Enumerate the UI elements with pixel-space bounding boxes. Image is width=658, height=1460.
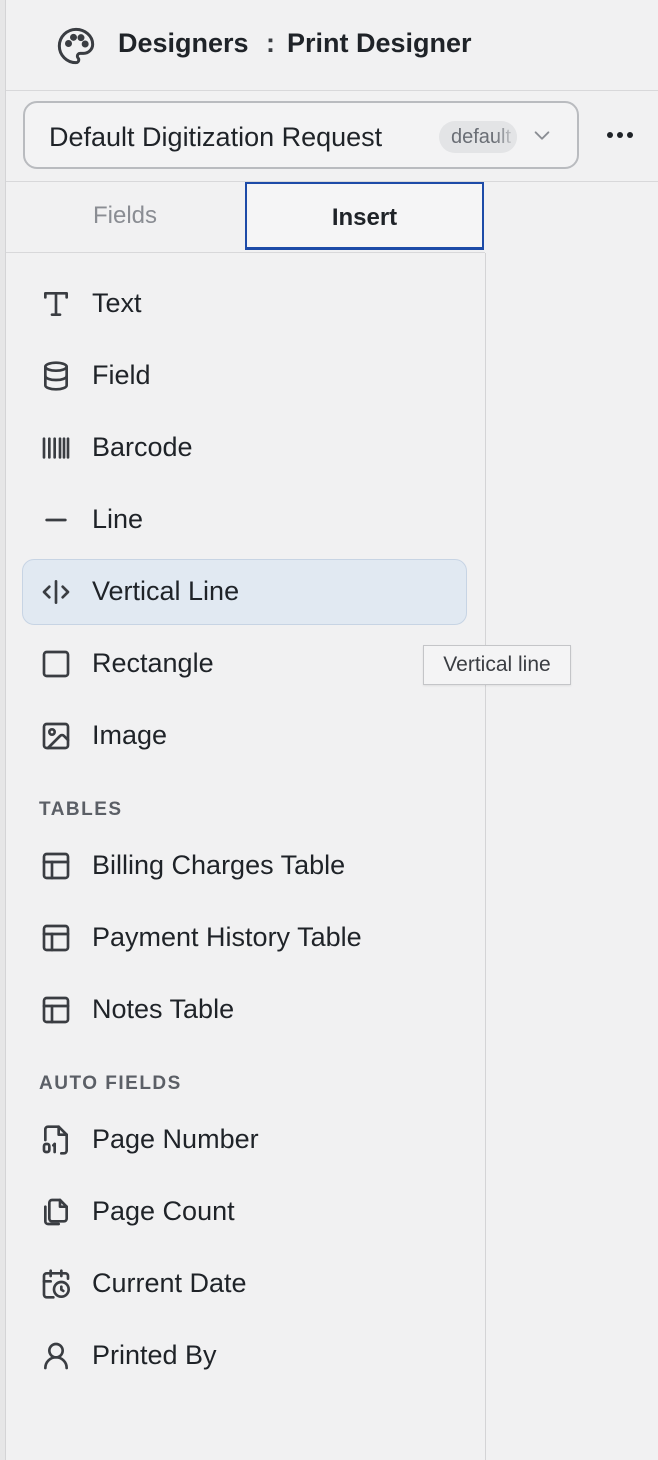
line-icon bbox=[40, 504, 72, 536]
insert-item-rectangle[interactable]: Rectangle bbox=[22, 631, 467, 697]
insert-panel: Text Field Barcode Line Vertical Line Re… bbox=[6, 253, 486, 1460]
panel-tabs: Fields Insert bbox=[6, 182, 485, 253]
table-icon bbox=[40, 850, 72, 882]
insert-item-label: Billing Charges Table bbox=[92, 850, 346, 880]
vertical-line-icon bbox=[40, 576, 72, 608]
chevron-down-icon bbox=[531, 125, 553, 147]
document-select[interactable]: Default Digitization Request default bbox=[23, 101, 579, 169]
insert-item-label: Text bbox=[92, 288, 142, 318]
text-icon bbox=[40, 288, 72, 320]
palette-icon bbox=[56, 26, 96, 66]
page-title: Print Designer bbox=[287, 28, 472, 58]
insert-item-label: Payment History Table bbox=[92, 922, 362, 952]
page-header: Designers : Print Designer bbox=[6, 0, 658, 91]
insert-item-label: Page Count bbox=[92, 1196, 235, 1226]
insert-item-field[interactable]: Field bbox=[22, 343, 467, 409]
insert-item-label: Rectangle bbox=[92, 648, 214, 678]
tab-fields[interactable]: Fields bbox=[6, 182, 244, 250]
insert-item-page-number[interactable]: Page Number bbox=[22, 1107, 467, 1173]
insert-item-label: Vertical Line bbox=[92, 576, 240, 606]
insert-item-label: Printed By bbox=[92, 1340, 217, 1370]
tooltip: Vertical line bbox=[423, 645, 571, 685]
more-options-icon[interactable] bbox=[604, 123, 636, 147]
user-icon bbox=[40, 1340, 72, 1372]
breadcrumb-separator: : bbox=[266, 28, 275, 58]
insert-item-label: Barcode bbox=[92, 432, 193, 462]
table-icon bbox=[40, 922, 72, 954]
toolbar: Default Digitization Request default bbox=[6, 91, 658, 182]
insert-item-notes-table[interactable]: Notes Table bbox=[22, 977, 467, 1043]
section-auto-fields-heading: AUTO FIELDS bbox=[39, 1073, 182, 1094]
insert-item-label: Image bbox=[92, 720, 168, 750]
insert-item-text[interactable]: Text bbox=[22, 271, 467, 337]
insert-item-printed-by[interactable]: Printed By bbox=[22, 1323, 467, 1389]
document-title: Default Digitization Request bbox=[49, 122, 383, 152]
table-icon bbox=[40, 994, 72, 1026]
insert-item-label: Notes Table bbox=[92, 994, 235, 1024]
insert-item-label: Current Date bbox=[92, 1268, 247, 1298]
section-tables-heading: TABLES bbox=[39, 799, 123, 820]
square-icon bbox=[40, 648, 72, 680]
tab-insert[interactable]: Insert bbox=[245, 182, 484, 250]
insert-item-barcode[interactable]: Barcode bbox=[22, 415, 467, 481]
insert-item-billing-charges-table[interactable]: Billing Charges Table bbox=[22, 833, 467, 899]
file-digit-icon bbox=[40, 1124, 72, 1156]
insert-item-label: Page Number bbox=[92, 1124, 259, 1154]
database-icon bbox=[40, 360, 72, 392]
files-icon bbox=[40, 1196, 72, 1228]
insert-item-vertical-line[interactable]: Vertical Line bbox=[22, 559, 467, 625]
insert-item-label: Line bbox=[92, 504, 144, 534]
insert-item-current-date[interactable]: Current Date bbox=[22, 1251, 467, 1317]
insert-item-payment-history-table[interactable]: Payment History Table bbox=[22, 905, 467, 971]
insert-item-image[interactable]: Image bbox=[22, 703, 467, 769]
default-badge: default bbox=[439, 121, 517, 153]
insert-item-line[interactable]: Line bbox=[22, 487, 467, 553]
calendar-clock-icon bbox=[40, 1268, 72, 1300]
insert-item-label: Field bbox=[92, 360, 151, 390]
image-icon bbox=[40, 720, 72, 752]
barcode-icon bbox=[40, 432, 72, 464]
insert-item-page-count[interactable]: Page Count bbox=[22, 1179, 467, 1245]
breadcrumb-designers[interactable]: Designers bbox=[118, 28, 249, 59]
